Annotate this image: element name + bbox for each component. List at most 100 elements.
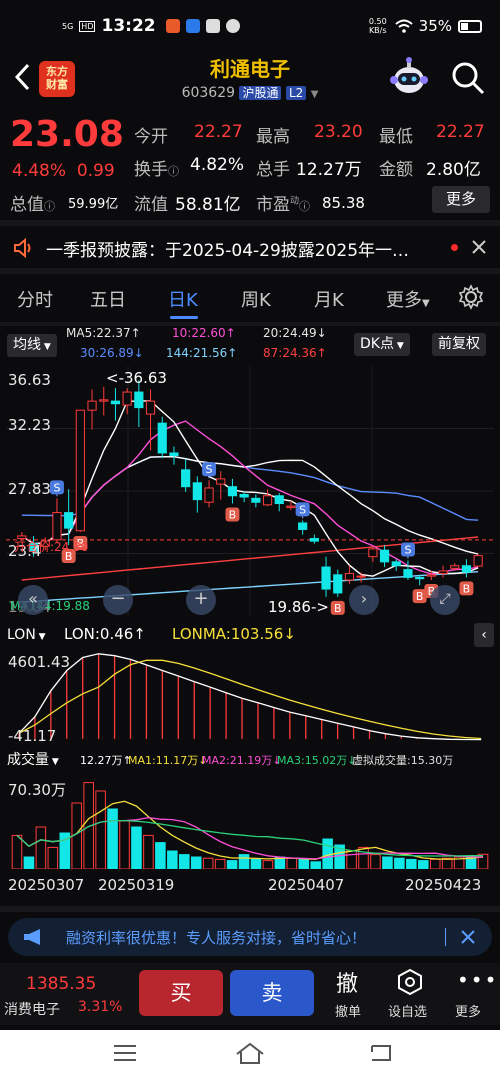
volume-bar bbox=[262, 860, 274, 869]
add-watchlist-label[interactable]: 设自选 bbox=[388, 1001, 427, 1020]
tab-five-day[interactable]: 五日 bbox=[90, 286, 126, 312]
adjust-button[interactable]: 前复权 bbox=[432, 333, 486, 356]
sell-signal-letter: S bbox=[404, 544, 411, 557]
volume-bar bbox=[35, 826, 47, 869]
open-row: 今开 bbox=[134, 127, 168, 147]
period-tabs: 分时 五日 日K 周K 月K 更多▼ bbox=[0, 276, 500, 322]
volume-bar bbox=[382, 856, 393, 869]
x-date: 20250319 bbox=[98, 876, 175, 894]
candle-body bbox=[262, 495, 273, 506]
volume-bar bbox=[167, 850, 178, 869]
kline-chart[interactable]: SSSSBBBBBBB bbox=[6, 366, 494, 616]
volume-select[interactable]: 成交量 ▼ bbox=[5, 749, 61, 772]
zoom-out-button[interactable]: − bbox=[103, 585, 133, 615]
app-notification-icon bbox=[205, 19, 220, 33]
close-icon[interactable] bbox=[460, 929, 476, 945]
last-price: 23.08 bbox=[10, 114, 124, 155]
ma-label: 20:24.49↓ bbox=[263, 326, 327, 340]
fullscreen-button[interactable]: ⤢ bbox=[430, 585, 460, 615]
caret-down-icon[interactable]: ▼ bbox=[311, 89, 319, 100]
divider-bar bbox=[445, 928, 446, 946]
more-dots-icon[interactable]: ••• bbox=[457, 968, 498, 992]
vol-virtual: 虚拟成交量:15.30万 bbox=[352, 754, 454, 767]
lon-select[interactable]: LON ▼ bbox=[5, 624, 48, 647]
volume-bar bbox=[47, 846, 59, 869]
y-tick: 36.63 bbox=[8, 371, 51, 389]
tab-weekly-k[interactable]: 周K bbox=[241, 286, 271, 312]
vol-top: 70.30万 bbox=[8, 781, 66, 799]
candle-body bbox=[403, 569, 413, 578]
candle-body bbox=[426, 574, 436, 577]
tab-more[interactable]: 更多▼ bbox=[386, 286, 430, 312]
robot-icon[interactable] bbox=[386, 56, 432, 100]
add-watchlist-icon[interactable] bbox=[396, 968, 424, 996]
more-quote-button[interactable]: 更多 bbox=[432, 186, 490, 213]
scroll-right-button[interactable]: › bbox=[349, 585, 379, 615]
candle-body bbox=[461, 565, 472, 573]
x-date: 20250307 bbox=[8, 876, 85, 894]
sell-signal-letter: S bbox=[206, 463, 213, 476]
x-date: 20250407 bbox=[268, 876, 345, 894]
buy-signal-letter: B bbox=[334, 602, 342, 615]
candle-body bbox=[64, 512, 74, 529]
more-label[interactable]: 更多 bbox=[455, 1001, 481, 1020]
cancel-order-label[interactable]: 撤单 bbox=[335, 1001, 361, 1020]
info-icon[interactable]: ⓘ bbox=[44, 200, 55, 213]
sell-signal-letter: S bbox=[53, 481, 60, 494]
back-nav-icon[interactable] bbox=[368, 1042, 394, 1064]
high-label: 最高 bbox=[256, 127, 290, 147]
promo-text: 融资利率很优惠！专人服务对接，省时省心！ bbox=[66, 928, 367, 947]
scroll-left-button[interactable]: « bbox=[18, 585, 48, 615]
volume-bar bbox=[11, 834, 23, 869]
close-icon[interactable] bbox=[470, 238, 488, 256]
gear-icon[interactable] bbox=[458, 284, 484, 310]
sector-index-value[interactable]: 1385.35 bbox=[26, 974, 96, 994]
sector-name[interactable]: 消费电子 bbox=[4, 999, 60, 1019]
tab-daily-k[interactable]: 日K bbox=[168, 286, 198, 312]
volume-label: 总手 bbox=[256, 160, 290, 180]
tab-monthly-k[interactable]: 月K bbox=[314, 286, 344, 312]
buy-button[interactable]: 买 bbox=[139, 970, 223, 1016]
max-price-marker: <-36.63 bbox=[106, 369, 167, 387]
volume-bar bbox=[23, 856, 35, 869]
indicator-select[interactable]: 均线 ▼ bbox=[7, 334, 57, 357]
candle-body bbox=[391, 561, 401, 567]
volume-bar bbox=[358, 846, 369, 869]
volume-bar bbox=[286, 857, 298, 869]
candle-body bbox=[321, 566, 331, 590]
divider bbox=[0, 906, 500, 912]
buy-signal-letter: B bbox=[463, 582, 471, 595]
candle-body bbox=[227, 486, 238, 497]
vol-ma2: MA2:21.19万↓ bbox=[202, 754, 282, 767]
clock: 13:22 bbox=[101, 16, 156, 36]
candle-body bbox=[192, 482, 202, 501]
lon-chart bbox=[18, 653, 482, 741]
menu-icon[interactable] bbox=[113, 1044, 137, 1062]
amount-value: 2.80亿 bbox=[426, 160, 481, 180]
wifi-icon bbox=[394, 19, 413, 33]
lon-value: LON:0.46↑ bbox=[64, 625, 146, 643]
sell-button[interactable]: 卖 bbox=[230, 970, 314, 1016]
tab-intraday[interactable]: 分时 bbox=[17, 286, 53, 312]
home-icon[interactable] bbox=[235, 1042, 265, 1064]
zoom-in-button[interactable]: + bbox=[186, 585, 216, 615]
dk-point-button[interactable]: DK点 ▼ bbox=[354, 333, 410, 356]
volume-bar bbox=[310, 861, 322, 869]
sell-signal-letter: S bbox=[299, 503, 306, 516]
status-bar: 5G HD 13:22 0.50 KB/s 35% bbox=[0, 0, 500, 52]
lon-bottom: -41.17 bbox=[8, 727, 57, 745]
collapse-button[interactable]: ‹ bbox=[474, 623, 494, 647]
candle-body bbox=[286, 505, 296, 508]
volume-bar bbox=[406, 858, 417, 869]
announcement-bar[interactable]: 一季报预披露：于2025-04-29披露2025年一… bbox=[0, 228, 500, 268]
ma-label: 87:24.36↑ bbox=[263, 346, 327, 360]
candle-body bbox=[52, 512, 62, 541]
candle-body bbox=[356, 575, 366, 578]
promo-banner[interactable]: 融资利率很优惠！专人服务对接，省时省心！ bbox=[8, 918, 492, 956]
cancel-order-icon[interactable]: 撤 bbox=[336, 966, 358, 998]
pe-value: 85.38 bbox=[322, 194, 365, 212]
search-icon[interactable] bbox=[450, 60, 486, 96]
info-icon[interactable]: ⓘ bbox=[168, 165, 179, 178]
y-tick: 27.83 bbox=[8, 480, 51, 498]
info-icon[interactable]: ⓘ bbox=[299, 200, 310, 213]
